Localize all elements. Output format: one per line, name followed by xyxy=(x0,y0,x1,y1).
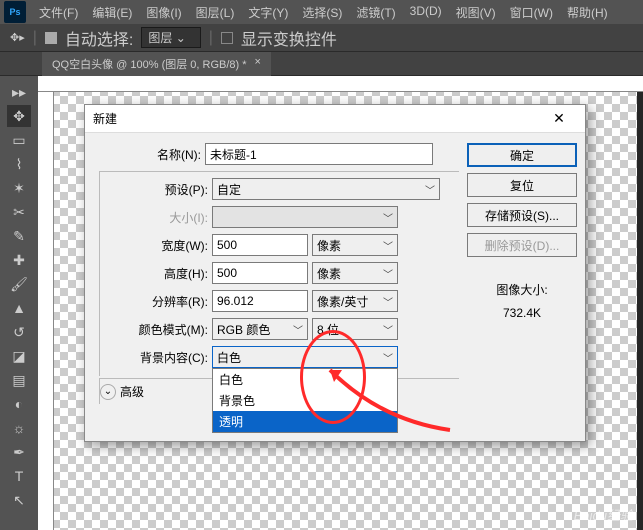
height-input[interactable] xyxy=(212,262,308,284)
crop-tool-icon[interactable]: ✂ xyxy=(7,201,31,223)
move-tool-icon: ✥▸ xyxy=(10,31,25,44)
show-transform-label: 显示变换控件 xyxy=(241,26,337,50)
chevron-down-icon[interactable]: ⌄ xyxy=(100,384,116,400)
image-size-value: 732.4K xyxy=(467,306,577,320)
background-dropdown-list: 白色 背景色 透明 xyxy=(212,368,398,433)
menu-item[interactable]: 选择(S) xyxy=(295,4,349,21)
stamp-tool-icon[interactable]: ▲ xyxy=(7,297,31,319)
ruler-vertical xyxy=(38,92,54,530)
bit-depth-dropdown[interactable]: 8 位 xyxy=(312,318,398,340)
show-transform-checkbox[interactable] xyxy=(221,32,233,44)
menu-item[interactable]: 3D(D) xyxy=(403,4,449,21)
height-unit-dropdown[interactable]: 像素 xyxy=(312,262,398,284)
resolution-unit-dropdown[interactable]: 像素/英寸 xyxy=(312,290,398,312)
delete-preset-button: 删除预设(D)... xyxy=(467,233,577,257)
menu-item[interactable]: 滤镜(T) xyxy=(349,4,402,21)
menu-item[interactable]: 视图(V) xyxy=(449,4,503,21)
gradient-tool-icon[interactable]: ▤ xyxy=(7,369,31,391)
menu-item[interactable]: 帮助(H) xyxy=(560,4,615,21)
resolution-input[interactable] xyxy=(212,290,308,312)
tools-panel: ▸▸ ✥ ▭ ⌇ ✶ ✂ ✎ ✚ 🖌 ▲ ↺ ◪ ▤ ◐ ☼ ✒ T ↖ xyxy=(0,76,38,530)
image-size-title: 图像大小: xyxy=(467,281,577,298)
ok-button[interactable]: 确定 xyxy=(467,143,577,167)
app-logo: Ps xyxy=(4,1,26,23)
bg-option-white[interactable]: 白色 xyxy=(213,369,397,390)
dialog-title-bar: 新建 ✕ xyxy=(85,105,585,133)
size-dropdown xyxy=(212,206,398,228)
color-mode-label: 颜色模式(M): xyxy=(100,321,212,338)
background-label: 背景内容(C): xyxy=(100,349,212,366)
bg-option-bgcolor[interactable]: 背景色 xyxy=(213,390,397,411)
width-label: 宽度(W): xyxy=(100,237,212,254)
wand-tool-icon[interactable]: ✶ xyxy=(7,177,31,199)
eraser-tool-icon[interactable]: ◪ xyxy=(7,345,31,367)
menu-bar: Ps 文件(F)编辑(E)图像(I)图层(L)文字(Y)选择(S)滤镜(T)3D… xyxy=(0,0,643,24)
dialog-title: 新建 xyxy=(93,110,117,127)
close-icon[interactable]: ✕ xyxy=(541,108,577,130)
auto-select-label: 自动选择: xyxy=(65,26,133,50)
auto-select-checkbox[interactable] xyxy=(45,32,57,44)
name-label: 名称(N): xyxy=(93,146,205,163)
menu-item[interactable]: 图像(I) xyxy=(139,4,188,21)
brush-tool-icon[interactable]: 🖌 xyxy=(7,273,31,295)
healing-tool-icon[interactable]: ✚ xyxy=(7,249,31,271)
auto-select-target[interactable]: 图层 ⌄ xyxy=(141,27,200,48)
menu-item[interactable]: 文字(Y) xyxy=(241,4,295,21)
document-tab-bar: QQ空白头像 @ 100% (图层 0, RGB/8) * × xyxy=(0,52,643,76)
bg-option-transparent[interactable]: 透明 xyxy=(213,411,397,432)
width-unit-dropdown[interactable]: 像素 xyxy=(312,234,398,256)
path-select-icon[interactable]: ↖ xyxy=(7,489,31,511)
eyedropper-tool-icon[interactable]: ✎ xyxy=(7,225,31,247)
reset-button[interactable]: 复位 xyxy=(467,173,577,197)
ruler-horizontal xyxy=(38,76,643,92)
background-dropdown[interactable]: 白色 白色 背景色 透明 xyxy=(212,346,398,368)
menu-item[interactable]: 窗口(W) xyxy=(503,4,560,21)
history-brush-icon[interactable]: ↺ xyxy=(7,321,31,343)
width-input[interactable] xyxy=(212,234,308,256)
move-tool-icon[interactable]: ✥ xyxy=(7,105,31,127)
name-input[interactable] xyxy=(205,143,433,165)
menu-item[interactable]: 图层(L) xyxy=(189,4,242,21)
save-preset-button[interactable]: 存储预设(S)... xyxy=(467,203,577,227)
blur-tool-icon[interactable]: ◐ xyxy=(7,393,31,415)
lasso-tool-icon[interactable]: ⌇ xyxy=(7,153,31,175)
marquee-tool-icon[interactable]: ▭ xyxy=(7,129,31,151)
document-tab[interactable]: QQ空白头像 @ 100% (图层 0, RGB/8) * × xyxy=(42,52,271,76)
menu-item[interactable]: 文件(F) xyxy=(32,4,85,21)
text-tool-icon[interactable]: T xyxy=(7,465,31,487)
new-document-dialog: 新建 ✕ 名称(N): 预设(P): 自定 大小(I): 宽度(W): xyxy=(84,104,586,442)
menu-item[interactable]: 编辑(E) xyxy=(85,4,139,21)
options-toolbar: ✥▸ | 自动选择: 图层 ⌄ | 显示变换控件 xyxy=(0,24,643,52)
dodge-tool-icon[interactable]: ☼ xyxy=(7,417,31,439)
resolution-label: 分辨率(R): xyxy=(100,293,212,310)
watermark: Baidu经验 xyxy=(574,505,633,524)
size-label: 大小(I): xyxy=(100,209,212,226)
height-label: 高度(H): xyxy=(100,265,212,282)
pen-tool-icon[interactable]: ✒ xyxy=(7,441,31,463)
color-mode-dropdown[interactable]: RGB 颜色 xyxy=(212,318,308,340)
preset-dropdown[interactable]: 自定 xyxy=(212,178,440,200)
document-tab-close[interactable]: × xyxy=(255,56,261,72)
expand-icon[interactable]: ▸▸ xyxy=(7,81,31,103)
advanced-label: 高级 xyxy=(120,383,144,400)
preset-label: 预设(P): xyxy=(100,181,212,198)
document-tab-title: QQ空白头像 @ 100% (图层 0, RGB/8) * xyxy=(52,56,247,72)
